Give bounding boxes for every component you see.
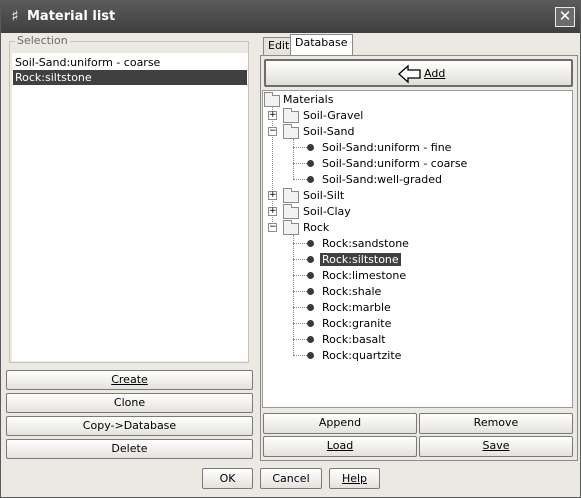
folder-icon [264,92,280,107]
list-item[interactable]: Soil-Sand:uniform - coarse [13,55,247,70]
tree-node-materials[interactable]: Materials [283,92,333,108]
remove-button[interactable]: Remove [419,413,573,434]
tree-node-soil-sand[interactable]: Soil-Sand [303,124,354,140]
folder-icon [283,204,299,219]
tree-node-label: Soil-Sand:uniform - coarse [322,157,468,170]
tree-node-material[interactable]: Soil-Sand:uniform - coarse [322,156,467,172]
material-leaf-icon [307,304,314,311]
help-button[interactable]: Help [329,468,380,489]
save-button-label: Save [482,439,510,452]
tree-node-label: Soil-Clay [303,205,351,218]
append-button[interactable]: Append [263,413,417,434]
material-leaf-icon [307,176,314,183]
copy-to-database-button[interactable]: Copy->Database [6,416,253,436]
create-button-label: Create [111,373,148,386]
material-leaf-icon [307,240,314,247]
load-button-label: Load [326,439,354,452]
tree-node-material[interactable]: Rock:sandstone [322,236,409,252]
material-leaf-icon [307,160,314,167]
clone-button[interactable]: Clone [6,393,253,413]
tree-node-label: Rock:marble [322,301,391,314]
tree-node-label: Rock [303,221,330,234]
tree-node-material[interactable]: Rock:basalt [322,332,386,348]
tree-node-label: Rock:siltstone [320,253,401,266]
tree-node-label: Rock:basalt [322,333,386,346]
collapse-icon[interactable]: − [268,223,277,232]
clone-button-label: Clone [113,396,146,409]
expand-icon[interactable]: + [268,207,277,216]
remove-button-label: Remove [473,416,519,429]
create-button[interactable]: Create [6,370,253,390]
append-button-label: Append [318,416,362,429]
tree-node-material[interactable]: Rock:marble [322,300,391,316]
material-leaf-icon [307,272,314,279]
tree-node-material-selected[interactable]: Rock:siltstone [320,252,401,268]
delete-button-label: Delete [111,442,148,455]
tree-node-material[interactable]: Rock:quartzite [322,348,401,364]
window-title: Material list [27,9,116,24]
tree-node-label: Soil-Sand [303,125,355,138]
material-leaf-icon [307,352,314,359]
tree-node-material[interactable]: Rock:shale [322,284,381,300]
tree-node-label: Rock:shale [322,285,382,298]
material-leaf-icon [307,336,314,343]
ok-button-label: OK [219,472,236,485]
load-button[interactable]: Load [263,436,417,457]
expand-icon[interactable]: + [268,191,277,200]
material-leaf-icon [307,144,314,151]
tree-node-soil-clay[interactable]: Soil-Clay [303,204,351,220]
cancel-button-label: Cancel [272,472,310,485]
material-icon: ♯ [11,7,19,25]
collapse-icon[interactable]: − [268,127,277,136]
tree-node-material[interactable]: Soil-Sand:well-graded [322,172,442,188]
tab-database[interactable]: Database [290,34,353,56]
expand-icon[interactable]: + [268,111,277,120]
selection-group-label: Selection [15,34,70,47]
ok-button[interactable]: OK [202,468,253,489]
folder-icon [283,188,299,203]
folder-icon [283,220,299,235]
tree-node-label: Rock:granite [322,317,392,330]
tree-node-label: Soil-Sand:uniform - fine [322,141,452,154]
left-arrow-icon [398,64,421,84]
folder-icon [283,108,299,123]
material-leaf-icon [307,256,314,263]
delete-button[interactable]: Delete [6,439,253,459]
material-list-dialog: ♯ Material list ✕ Selection Soil-Sand:un… [0,0,581,498]
material-leaf-icon [307,288,314,295]
save-button[interactable]: Save [419,436,573,457]
tree-node-label: Rock:limestone [322,269,407,282]
tree-node-material[interactable]: Soil-Sand:uniform - fine [322,140,451,156]
close-icon: ✕ [558,7,572,25]
tree-node-label: Rock:sandstone [322,237,409,250]
tree-node-label: Soil-Sand:well-graded [322,173,443,186]
tree-node-material[interactable]: Rock:granite [322,316,391,332]
tree-node-material[interactable]: Rock:limestone [322,268,406,284]
selection-list[interactable]: Soil-Sand:uniform - coarse Rock:siltston… [12,53,248,361]
tree-node-soil-silt[interactable]: Soil-Silt [303,188,344,204]
cancel-button[interactable]: Cancel [260,468,322,489]
tree-node-label: Soil-Silt [303,189,345,202]
list-item[interactable]: Rock:siltstone [13,70,247,85]
tree-node-label: Materials [283,93,334,106]
material-leaf-icon [307,320,314,327]
title-bar[interactable]: ♯ Material list ✕ [1,1,580,33]
tree-node-label: Rock:quartzite [322,349,402,362]
tree-node-soil-gravel[interactable]: Soil-Gravel [303,108,363,124]
close-button[interactable]: ✕ [555,7,575,27]
tree-node-rock[interactable]: Rock [303,220,329,236]
materials-tree[interactable]: Materials + Soil-Gravel − Soil-Sand Soil… [262,90,573,408]
tree-node-label: Soil-Gravel [303,109,364,122]
copy-button-label: Copy->Database [82,419,177,432]
add-button[interactable]: Add [264,59,573,87]
help-button-label: Help [341,472,368,485]
add-button-label: Add [424,67,446,80]
folder-icon [283,124,299,139]
